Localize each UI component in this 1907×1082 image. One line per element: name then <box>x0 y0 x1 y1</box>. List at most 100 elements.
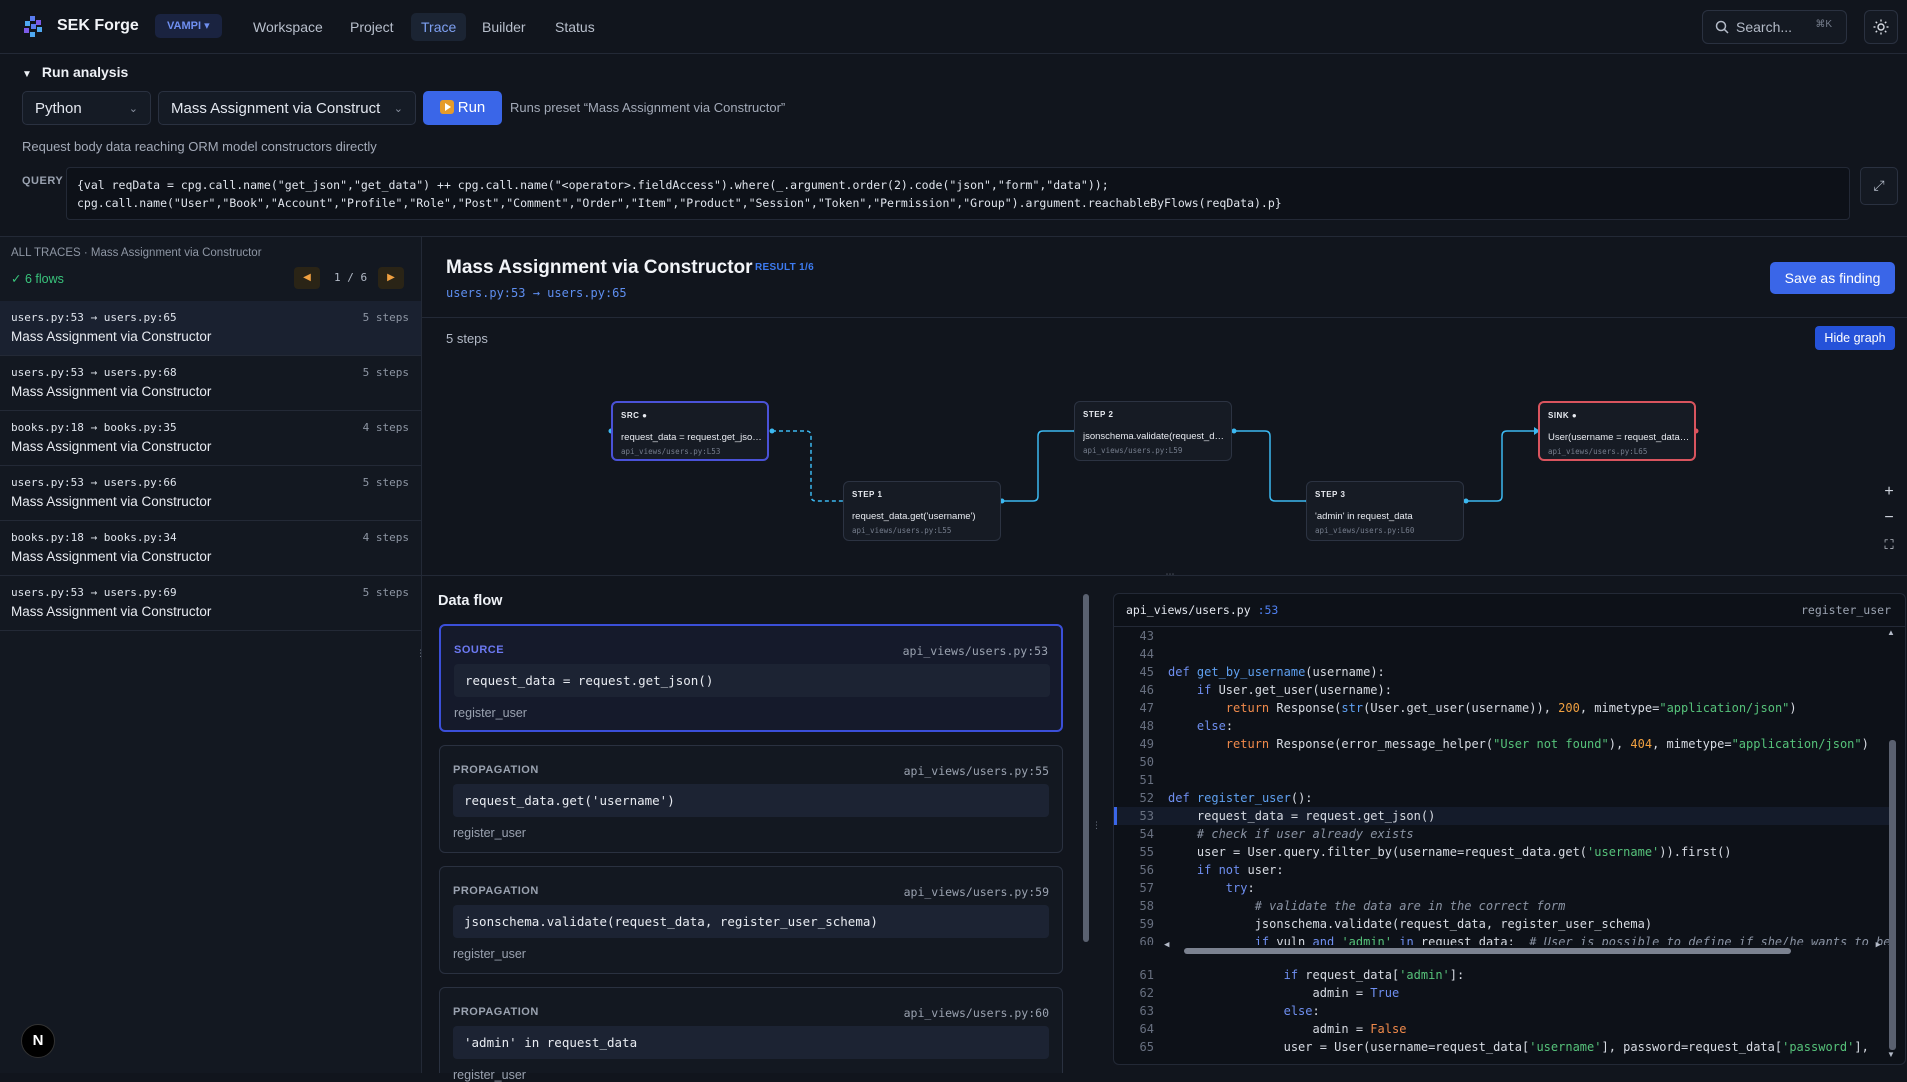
avatar[interactable]: N <box>21 1024 55 1058</box>
dataflow-scrollbar-thumb[interactable] <box>1083 594 1089 942</box>
trace-name: Mass Assignment via Constructor <box>11 329 212 344</box>
card-kind: PROPAGATION <box>453 885 539 897</box>
previous-icon: ◀ <box>303 272 311 283</box>
hide-graph-button[interactable]: Hide graph <box>1815 326 1895 350</box>
scroll-left-icon[interactable]: ◀ <box>1164 940 1169 950</box>
language-select[interactable]: Python ⌄ <box>22 91 151 125</box>
panel-resize-handle[interactable]: ⋮ <box>416 648 426 662</box>
pager-text: 1 / 6 <box>334 271 368 284</box>
graph-resize-handle[interactable]: ⋯ <box>1163 569 1177 579</box>
edge-step2-step3 <box>1234 430 1308 502</box>
trace-steps: 5 steps <box>362 476 409 489</box>
card-location: api_views/users.py:55 <box>903 764 1049 778</box>
node-code: 'admin' in request_data <box>1315 511 1413 522</box>
expand-query-button[interactable]: ⤢ <box>1860 167 1898 205</box>
code-line: 50 <box>1139 755 1154 769</box>
code-line: 46 if User.get_user(username): <box>1139 683 1392 697</box>
dataflow-card[interactable]: PROPAGATION api_views/users.py:55 reques… <box>439 745 1063 853</box>
flow-graph[interactable]: SRC ● request_data = request.get_json() … <box>422 355 1907 575</box>
preset-note: Runs preset “Mass Assignment via Constru… <box>510 100 786 115</box>
trace-item[interactable]: users.py:53 → users.py:65 5 steps Mass A… <box>0 301 421 356</box>
code-line: 44 <box>1139 647 1154 661</box>
search-button[interactable]: Search... ⌘K <box>1702 10 1847 44</box>
prev-trace-button[interactable]: ◀ <box>294 267 320 289</box>
scroll-down-icon[interactable]: ▼ <box>1887 1050 1895 1059</box>
node-code: User(username = request_data['username']… <box>1548 432 1690 443</box>
project-selector[interactable]: VAMPI ▾ <box>155 14 222 38</box>
chevron-down-icon: ⌄ <box>128 103 138 115</box>
expand-icon: ⤢ <box>1873 177 1885 193</box>
code-line: 51 <box>1139 773 1154 787</box>
trace-item[interactable]: users.py:53 → users.py:69 5 steps Mass A… <box>0 576 421 631</box>
card-kind: PROPAGATION <box>453 1006 539 1018</box>
panel-resize-handle[interactable]: ⋮ <box>1092 820 1102 834</box>
scroll-right-icon[interactable]: ▶ <box>1876 940 1881 950</box>
logo-icon[interactable] <box>22 16 44 38</box>
nav-trace[interactable]: Trace <box>411 13 467 41</box>
dataflow-card-source[interactable]: SOURCE api_views/users.py:53 request_dat… <box>439 624 1063 732</box>
trace-name: Mass Assignment via Constructor <box>11 549 212 564</box>
trace-name: Mass Assignment via Constructor <box>11 439 212 454</box>
card-code: jsonschema.validate(request_data, regist… <box>453 905 1049 938</box>
nav-builder[interactable]: Builder <box>472 13 536 41</box>
dataflow-card[interactable]: PROPAGATION api_views/users.py:60 'admin… <box>439 987 1063 1082</box>
trace-steps: 5 steps <box>362 586 409 599</box>
code-vertical-scrollbar-thumb[interactable] <box>1889 740 1896 1050</box>
card-location: api_views/users.py:59 <box>903 885 1049 899</box>
card-function: register_user <box>453 947 526 961</box>
code-horizontal-scrollbar-thumb[interactable] <box>1184 948 1791 954</box>
code-line: 57 try: <box>1139 881 1255 895</box>
query-editor[interactable]: {val reqData = cpg.call.name("get_json",… <box>66 167 1850 220</box>
scroll-up-icon[interactable]: ▲ <box>1887 628 1895 637</box>
node-code: jsonschema.validate(request_data, regist… <box>1083 431 1225 442</box>
graph-node-source[interactable]: SRC ● request_data = request.get_json() … <box>611 401 769 461</box>
graph-node-step[interactable]: STEP 2 jsonschema.validate(request_data,… <box>1074 401 1232 461</box>
play-icon <box>439 100 454 114</box>
preset-description: Request body data reaching ORM model con… <box>22 139 377 154</box>
code-header: api_views/users.py :53 register_user <box>1114 594 1905 627</box>
card-location: api_views/users.py:53 <box>902 644 1048 658</box>
code-line: 59 jsonschema.validate(request_data, reg… <box>1139 917 1653 931</box>
query-label: QUERY <box>22 175 64 187</box>
trace-location: books.py:18 → books.py:34 <box>11 531 177 544</box>
node-title: STEP 3 <box>1315 490 1346 499</box>
run-analysis-toggle[interactable]: ▼ Run analysis <box>22 64 128 80</box>
code-body[interactable]: 43 44 45 def get_by_username(username): 4… <box>1114 627 1905 1064</box>
graph-node-step[interactable]: STEP 3 'admin' in request_data api_views… <box>1306 481 1464 541</box>
preset-select[interactable]: Mass Assignment via Construct ⌄ <box>158 91 416 125</box>
graph-node-sink[interactable]: SINK ● User(username = request_data['use… <box>1538 401 1696 461</box>
minus-icon: − <box>1884 509 1894 526</box>
trace-item[interactable]: users.py:53 → users.py:68 5 steps Mass A… <box>0 356 421 411</box>
collapse-triangle-icon: ▼ <box>22 69 32 80</box>
trace-location: users.py:53 → users.py:65 <box>11 311 177 324</box>
graph-node-step[interactable]: STEP 1 request_data.get('username') api_… <box>843 481 1001 541</box>
card-function: register_user <box>453 1068 526 1082</box>
code-line: 54 # check if user already exists <box>1139 827 1414 841</box>
trace-steps: 4 steps <box>362 421 409 434</box>
fit-view-button[interactable]: ⛶ <box>1877 533 1901 557</box>
trace-list-panel: ALL TRACES · Mass Assignment via Constru… <box>0 237 422 1073</box>
top-navigation-bar: SEK Forge VAMPI ▾ Workspace Project Trac… <box>0 0 1907 54</box>
save-finding-button[interactable]: Save as finding <box>1770 262 1895 294</box>
edge-src-step1 <box>772 430 847 502</box>
code-line: 62 admin = True <box>1139 986 1400 1000</box>
code-file-path: api_views/users.py :53 <box>1126 603 1278 617</box>
nav-status[interactable]: Status <box>545 13 605 41</box>
theme-toggle-button[interactable] <box>1864 10 1898 44</box>
code-viewer[interactable]: api_views/users.py :53 register_user 43 … <box>1113 593 1906 1065</box>
trace-item[interactable]: books.py:18 → books.py:34 4 steps Mass A… <box>0 521 421 576</box>
trace-item[interactable]: users.py:53 → users.py:66 5 steps Mass A… <box>0 466 421 521</box>
code-line: 65 user = User(username=request_data['us… <box>1139 1040 1869 1054</box>
node-title: STEP 2 <box>1083 410 1114 419</box>
nav-project[interactable]: Project <box>340 13 404 41</box>
next-trace-button[interactable]: ▶ <box>378 267 404 289</box>
zoom-in-button[interactable]: + <box>1877 480 1901 504</box>
dataflow-card[interactable]: PROPAGATION api_views/users.py:59 jsonsc… <box>439 866 1063 974</box>
trace-name: Mass Assignment via Constructor <box>11 384 212 399</box>
result-location: users.py:53 → users.py:65 <box>446 286 627 300</box>
zoom-out-button[interactable]: − <box>1877 506 1901 530</box>
nav-workspace[interactable]: Workspace <box>243 13 333 41</box>
trace-item[interactable]: books.py:18 → books.py:35 4 steps Mass A… <box>0 411 421 466</box>
node-location: api_views/users.py:L53 <box>621 447 721 456</box>
run-button[interactable]: Run <box>423 91 502 125</box>
